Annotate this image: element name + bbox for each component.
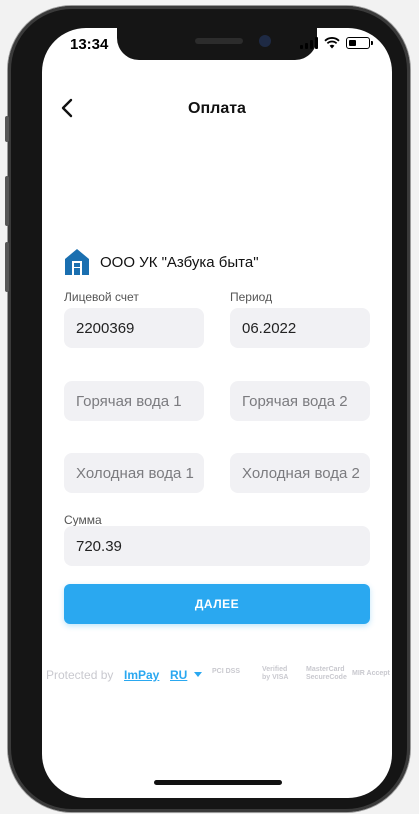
period-label: Период <box>230 290 273 304</box>
battery-fill <box>348 39 356 46</box>
mir-accept-badge: MIR Accept <box>352 670 390 677</box>
language-selector[interactable]: RU <box>170 668 187 682</box>
page-title: Оплата <box>188 100 246 117</box>
battery-icon <box>346 37 373 49</box>
hot-water-1-field[interactable]: Горячая вода 1 <box>64 381 204 421</box>
sum-field[interactable]: 720.39 <box>64 526 370 566</box>
pci-dss-badge: PCI DSS <box>212 668 241 675</box>
mastercard-securecode-badge: MasterCard SecureCode <box>306 666 347 681</box>
notch <box>117 28 317 60</box>
company-header: ООО УК "Азбука быта" <box>64 248 259 276</box>
account-field[interactable]: 2200369 <box>64 308 204 348</box>
verified-by-visa-badge: Verified by VISA <box>262 666 289 681</box>
hot-water-2-field[interactable]: Горячая вода 2 <box>230 381 370 421</box>
period-field[interactable]: 06.2022 <box>230 308 370 348</box>
account-label: Лицевой счет <box>64 290 139 304</box>
company-name: ООО УК "Азбука быта" <box>100 253 259 271</box>
footer: Protected by ImPay RU PCI DSS Verified b… <box>42 666 392 688</box>
caret-down-icon[interactable] <box>194 672 202 677</box>
sum-label: Сумма <box>64 513 102 527</box>
signal-icon <box>300 37 318 49</box>
impay-link[interactable]: ImPay <box>124 668 159 682</box>
status-time: 13:34 <box>70 36 109 53</box>
volume-down-button <box>5 242 9 292</box>
cold-water-1-field[interactable]: Холодная вода 1 <box>64 453 204 493</box>
wifi-icon <box>324 37 340 49</box>
speaker <box>195 38 243 44</box>
cold-water-2-field[interactable]: Холодная вода 2 <box>230 453 370 493</box>
volume-up-button <box>5 176 9 226</box>
silent-switch <box>5 116 9 142</box>
next-button[interactable]: ДАЛЕЕ <box>64 584 370 624</box>
status-icons <box>300 37 373 49</box>
house-icon <box>65 249 89 275</box>
home-indicator[interactable] <box>154 780 282 785</box>
camera <box>259 35 271 47</box>
screen: 13:34 Оплата ООО УК "Азбука быта" Лицево… <box>42 28 392 798</box>
protected-by-text: Protected by <box>46 668 114 682</box>
